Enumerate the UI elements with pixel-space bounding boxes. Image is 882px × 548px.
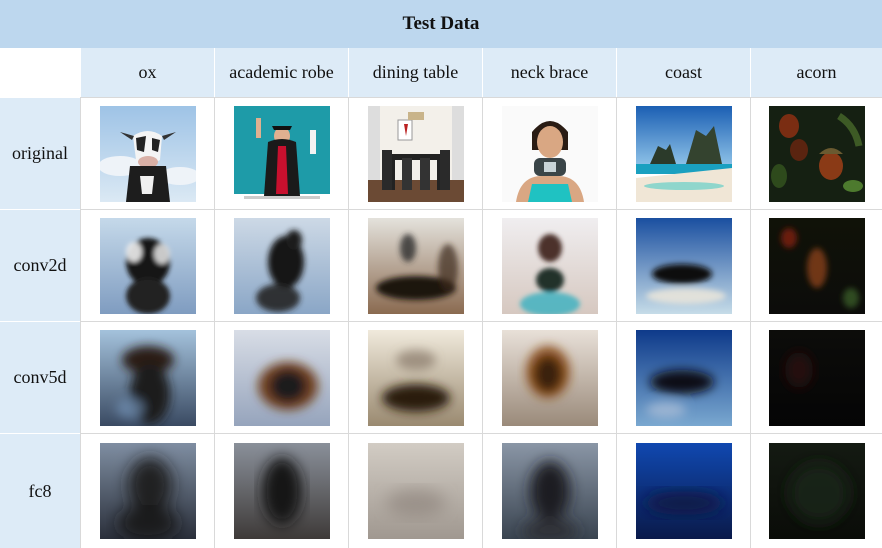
image-cell-conv5d-ox — [80, 321, 214, 433]
reconstruction-dining-table — [367, 217, 464, 314]
row-header-fc8: fc8 — [0, 433, 80, 548]
photo-dining-table — [367, 105, 464, 202]
results-table: Test Data ox academic robe dining table nec… — [0, 0, 882, 548]
image-cell-original-ox — [80, 97, 214, 209]
image-cell-original-acorn — [750, 97, 882, 209]
reconstruction-coast — [635, 443, 732, 539]
column-header-neck-brace: neck brace — [482, 48, 616, 97]
photo-coast — [635, 105, 732, 202]
image-cell-conv5d-coast — [616, 321, 750, 433]
table-title: Test Data — [0, 0, 882, 48]
reconstruction-academic-robe — [233, 329, 330, 426]
photo-neck-brace — [501, 105, 598, 202]
column-header-academic-robe: academic robe — [214, 48, 348, 97]
image-cell-conv5d-acorn — [750, 321, 882, 433]
image-cell-fc8-ox — [80, 433, 214, 548]
reconstruction-neck-brace — [501, 329, 598, 426]
corner-cell — [0, 48, 80, 97]
reconstruction-academic-robe — [233, 443, 330, 539]
column-header-ox: ox — [80, 48, 214, 97]
reconstruction-ox — [99, 443, 196, 539]
image-cell-conv5d-dining-table — [348, 321, 482, 433]
image-cell-conv5d-neck-brace — [482, 321, 616, 433]
reconstruction-dining-table — [367, 329, 464, 426]
column-header-acorn: acorn — [750, 48, 882, 97]
image-cell-conv2d-academic-robe — [214, 209, 348, 321]
image-cell-original-coast — [616, 97, 750, 209]
image-cell-fc8-acorn — [750, 433, 882, 548]
column-header-dining-table: dining table — [348, 48, 482, 97]
reconstruction-ox — [99, 329, 196, 426]
row-header-original: original — [0, 97, 80, 209]
image-cell-original-academic-robe — [214, 97, 348, 209]
image-cell-conv2d-coast — [616, 209, 750, 321]
image-cell-conv2d-ox — [80, 209, 214, 321]
reconstruction-coast — [635, 329, 732, 426]
image-cell-original-neck-brace — [482, 97, 616, 209]
image-cell-conv2d-dining-table — [348, 209, 482, 321]
reconstruction-ox — [99, 217, 196, 314]
image-cell-conv2d-acorn — [750, 209, 882, 321]
reconstruction-neck-brace — [501, 217, 598, 314]
reconstruction-coast — [635, 217, 732, 314]
photo-academic-robe — [233, 105, 330, 202]
row-header-conv5d: conv5d — [0, 321, 80, 433]
reconstruction-dining-table — [367, 443, 464, 539]
image-cell-conv2d-neck-brace — [482, 209, 616, 321]
photo-ox — [99, 105, 196, 202]
image-cell-fc8-neck-brace — [482, 433, 616, 548]
reconstruction-acorn — [768, 329, 865, 426]
photo-acorn — [768, 105, 865, 202]
reconstruction-neck-brace — [501, 443, 598, 539]
image-cell-fc8-academic-robe — [214, 433, 348, 548]
row-header-conv2d: conv2d — [0, 209, 80, 321]
image-cell-conv5d-academic-robe — [214, 321, 348, 433]
image-cell-fc8-dining-table — [348, 433, 482, 548]
image-cell-fc8-coast — [616, 433, 750, 548]
column-header-coast: coast — [616, 48, 750, 97]
image-cell-original-dining-table — [348, 97, 482, 209]
reconstruction-acorn — [768, 217, 865, 314]
reconstruction-academic-robe — [233, 217, 330, 314]
reconstruction-acorn — [768, 443, 865, 539]
